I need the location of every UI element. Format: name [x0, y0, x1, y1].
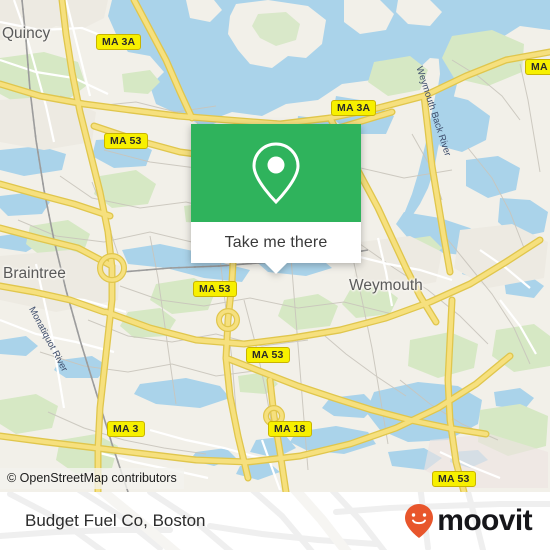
location-title: Budget Fuel Co, Boston	[25, 511, 206, 530]
moovit-map-screen: Quincy Braintree Weymouth Weymouth Back …	[0, 0, 550, 550]
route-shield-ma-18: MA 18	[268, 421, 312, 437]
callout-action-label: Take me there	[224, 233, 328, 251]
route-shield-ma-3a-east: MA 3A	[331, 100, 377, 116]
route-shield-ma-53-east: MA 53	[432, 471, 476, 487]
route-shield-ma-53-north: MA 53	[104, 133, 148, 149]
place-label-weymouth: Weymouth	[349, 277, 423, 294]
moovit-logo[interactable]: moovit	[403, 503, 533, 539]
map-canvas[interactable]: Quincy Braintree Weymouth Weymouth Back …	[0, 0, 550, 492]
route-shield-ma-3: MA 3	[107, 421, 145, 437]
map-pin-icon	[252, 142, 300, 205]
callout-action-area[interactable]: Take me there	[191, 222, 361, 274]
place-label-quincy: Quincy	[2, 25, 51, 42]
moovit-wordmark: moovit	[437, 504, 532, 537]
map-attribution[interactable]: © OpenStreetMap contributors	[0, 468, 184, 489]
route-shield-ma-53-mid: MA 53	[193, 281, 237, 297]
moovit-pin-icon	[405, 504, 434, 538]
route-shield-ma-53-south: MA 53	[246, 347, 290, 363]
callout-icon-area	[191, 124, 361, 222]
route-shield-ma-3a-west: MA 3A	[96, 34, 142, 50]
footer-bar: Budget Fuel Co, Boston moovit	[0, 492, 550, 550]
take-me-there-callout[interactable]: Take me there	[191, 124, 361, 274]
route-shield-ma-edge: MA	[525, 59, 550, 75]
place-label-braintree: Braintree	[3, 265, 66, 282]
callout-tail	[265, 263, 287, 274]
